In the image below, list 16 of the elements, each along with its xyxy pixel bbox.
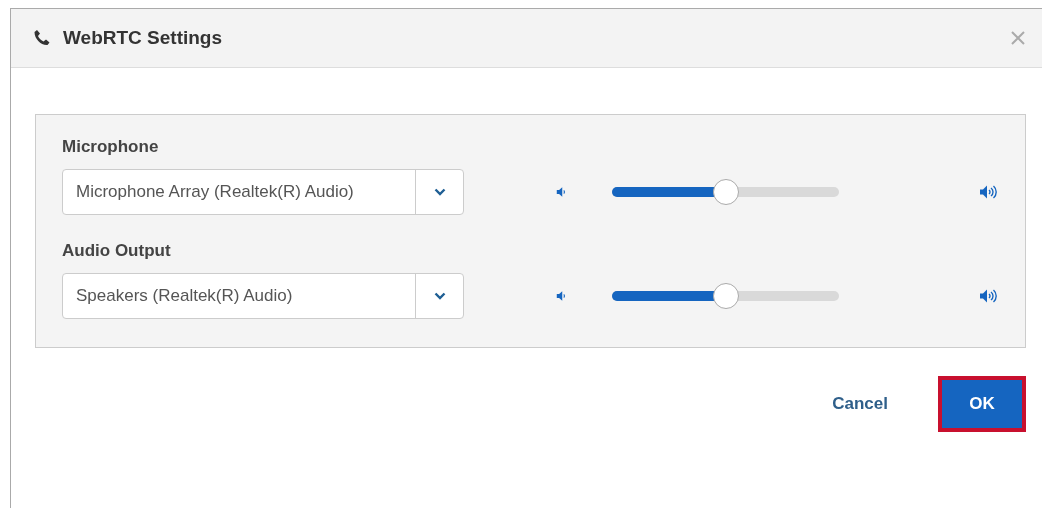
field-label: Audio Output [62, 241, 172, 261]
volume-high-icon [979, 288, 999, 304]
volume-low-icon [556, 185, 567, 199]
window-title: WebRTC Settings [63, 27, 224, 49]
phone-icon [33, 29, 51, 47]
device-dropdown[interactable]: Microphone Array (Realtek(R) Audio) [62, 169, 465, 215]
chevron-down-icon [433, 292, 446, 300]
volume-low-icon [556, 289, 567, 303]
cancel-button[interactable]: Cancel [832, 394, 888, 414]
device-dropdown[interactable]: Speakers (Realtek(R) Audio) [62, 273, 465, 319]
slider-thumb[interactable] [712, 283, 739, 309]
volume-high-icon [979, 184, 999, 200]
chevron-down-icon [433, 188, 446, 196]
ok-button[interactable]: OK [938, 376, 1026, 432]
slider-thumb[interactable] [712, 179, 739, 205]
field-label: Microphone [62, 137, 160, 157]
